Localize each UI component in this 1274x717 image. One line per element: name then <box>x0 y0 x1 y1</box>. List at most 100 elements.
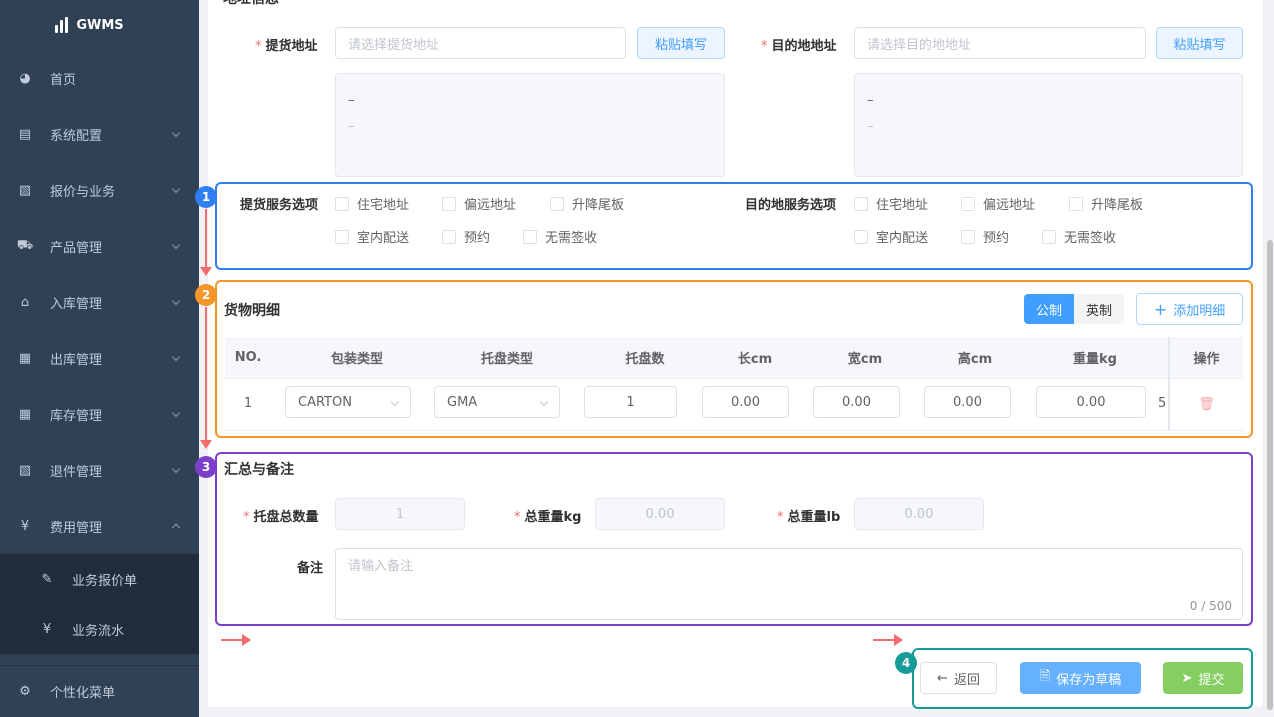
weight-lb-label: * 总重量lb <box>777 510 841 525</box>
dest-service-checkbox[interactable]: 升降尾板 <box>1069 194 1143 213</box>
checkbox-box[interactable] <box>854 196 868 211</box>
summary-title: 汇总与备注 <box>224 462 294 478</box>
height-input[interactable]: 0.00 <box>924 386 1011 418</box>
save-draft-label: 保存为草稿 <box>1056 672 1122 688</box>
dashboard-icon: ◕ <box>19 70 31 86</box>
grid-icon: ▦ <box>18 350 32 366</box>
add-detail-button[interactable]: + 添加明细 <box>1136 293 1243 325</box>
sidebar-item-8[interactable]: ¥ 费用管理 <box>0 498 199 554</box>
checkbox-box[interactable] <box>961 229 975 244</box>
logo[interactable]: GWMS <box>0 0 199 50</box>
send-icon: ➤ <box>1181 670 1193 686</box>
checkbox-box[interactable] <box>442 196 456 211</box>
checkbox-box[interactable] <box>854 229 868 244</box>
pickup-service-checkbox[interactable]: 室内配送 <box>335 227 409 246</box>
scrollbar-thumb[interactable] <box>1267 240 1273 710</box>
column-header: 长cm <box>737 352 773 367</box>
remark-textarea[interactable]: 请输入备注 0 / 500 <box>335 548 1243 620</box>
pickup-address-display: – – <box>335 73 725 177</box>
sidebar-item-0[interactable]: ◕ 首页 <box>0 50 199 106</box>
dest-address-input[interactable]: 请选择目的地地址 <box>854 27 1146 59</box>
pallet-type-select[interactable]: GMA <box>434 386 560 418</box>
package-type-value: CARTON <box>298 394 352 410</box>
weight-kg-field: 0.00 <box>595 498 725 530</box>
pallet-count-input[interactable]: 1 <box>584 386 677 418</box>
add-detail-label: 添加明细 <box>1173 303 1226 319</box>
pickup-service-checkbox[interactable]: 住宅地址 <box>335 194 409 213</box>
dest-service-checkbox[interactable]: 偏远地址 <box>961 194 1035 213</box>
arrow-left-icon: ← <box>937 670 948 686</box>
sidebar-item-label: 退件管理 <box>50 464 103 480</box>
submit-button[interactable]: ➤ 提交 <box>1163 662 1243 694</box>
column-header: 高cm <box>957 352 993 367</box>
pickup-service-checkbox[interactable]: 升降尾板 <box>550 194 624 213</box>
sidebar-item-custom-menu[interactable]: ⚙ 个性化菜单 <box>0 665 199 717</box>
unit-imperial-button[interactable]: 英制 <box>1074 294 1125 324</box>
edit-icon: ✎ <box>41 571 53 587</box>
column-header: 托盘数 <box>625 352 665 367</box>
save-draft-button[interactable]: 🗎 保存为草稿 <box>1020 662 1141 694</box>
sidebar-item-1[interactable]: ▤ 系统配置 <box>0 106 199 162</box>
package-type-select[interactable]: CARTON <box>285 386 411 418</box>
checkbox-box[interactable] <box>523 229 537 244</box>
delete-icon[interactable]: 🗑 <box>1168 379 1243 430</box>
length-input[interactable]: 0.00 <box>702 386 789 418</box>
sidebar-item-label: 个性化菜单 <box>50 686 116 701</box>
quote-icon: ▧ <box>18 182 32 198</box>
unit-toggle[interactable]: 公制 英制 <box>1024 294 1125 324</box>
home-icon: ⌂ <box>20 294 30 310</box>
flow-arrow-right <box>873 634 903 646</box>
chevron-down-icon <box>539 397 549 407</box>
sidebar-item-label: 产品管理 <box>50 240 103 256</box>
remark-label: 备注 <box>297 561 324 576</box>
return-icon: ▧ <box>18 462 32 478</box>
checkbox-box[interactable] <box>442 229 456 244</box>
dest-address-line1: – <box>867 93 874 108</box>
sidebar: GWMS ◕ 首页 ▤ 系统配置 ▧ 报价与业务 ⛟ 产品管理 ⌂ 入库管理 ▦ 出库管理 ▦ 库存管理 ▧… <box>0 0 199 717</box>
checkbox-box[interactable] <box>335 196 349 211</box>
weight-lb-field: 0.00 <box>854 498 984 530</box>
sidebar-item-4[interactable]: ⌂ 入库管理 <box>0 274 199 330</box>
checkbox-box[interactable] <box>961 196 975 211</box>
checkbox-box[interactable] <box>335 229 349 244</box>
sidebar-item-5[interactable]: ▦ 出库管理 <box>0 330 199 386</box>
pickup-address-input[interactable]: 请选择提货地址 <box>335 27 626 59</box>
unit-metric-button[interactable]: 公制 <box>1024 294 1075 324</box>
sidebar-subitem-0[interactable]: ✎ 业务报价单 <box>0 554 199 604</box>
sidebar-subitem-label: 业务流水 <box>72 623 125 639</box>
back-button[interactable]: ← 返回 <box>920 662 997 694</box>
pickup-service-checkbox[interactable]: 预约 <box>442 227 490 246</box>
dest-address-label: * 目的地地址 <box>761 39 837 54</box>
width-input[interactable]: 0.00 <box>813 386 900 418</box>
pickup-service-checkbox[interactable]: 偏远地址 <box>442 194 516 213</box>
pickup-service-checkbox[interactable]: 无需签收 <box>523 227 597 246</box>
sidebar-item-label: 库存管理 <box>50 408 103 424</box>
sidebar-menu: ◕ 首页 ▤ 系统配置 ▧ 报价与业务 ⛟ 产品管理 ⌂ 入库管理 ▦ 出库管理 ▦ 库存管理 ▧ 退件管理 ¥… <box>0 50 199 554</box>
sidebar-subitem-1[interactable]: ¥ 业务流水 <box>0 604 199 654</box>
document-icon: 🗎 <box>1039 669 1051 684</box>
sidebar-item-7[interactable]: ▧ 退件管理 <box>0 442 199 498</box>
pallet-total-label: * 托盘总数量 <box>243 510 319 525</box>
scrollbar[interactable] <box>1266 0 1274 717</box>
dest-service-checkbox[interactable]: 预约 <box>961 227 1009 246</box>
cart-icon: ⛟ <box>16 237 34 253</box>
flow-arrow-2-3 <box>200 307 212 449</box>
checkbox-box[interactable] <box>1042 229 1056 244</box>
checkbox-label: 升降尾板 <box>1091 198 1144 213</box>
column-header: 包装类型 <box>330 352 383 367</box>
chevron-down-icon <box>171 184 181 194</box>
dest-service-checkbox[interactable]: 无需签收 <box>1042 227 1116 246</box>
weight-input[interactable]: 0.00 <box>1036 386 1146 418</box>
pickup-paste-button[interactable]: 粘贴填写 <box>637 27 725 59</box>
sidebar-item-3[interactable]: ⛟ 产品管理 <box>0 218 199 274</box>
annotation-badge-1: 1 <box>195 186 217 208</box>
dest-service-checkbox[interactable]: 室内配送 <box>854 227 928 246</box>
dest-service-checkbox[interactable]: 住宅地址 <box>854 194 928 213</box>
chevron-down-icon <box>171 408 181 418</box>
checkbox-box[interactable] <box>550 196 564 211</box>
yen-icon: ¥ <box>20 518 30 534</box>
checkbox-box[interactable] <box>1069 196 1083 211</box>
dest-paste-button[interactable]: 粘贴填写 <box>1156 27 1243 59</box>
sidebar-item-6[interactable]: ▦ 库存管理 <box>0 386 199 442</box>
sidebar-item-2[interactable]: ▧ 报价与业务 <box>0 162 199 218</box>
